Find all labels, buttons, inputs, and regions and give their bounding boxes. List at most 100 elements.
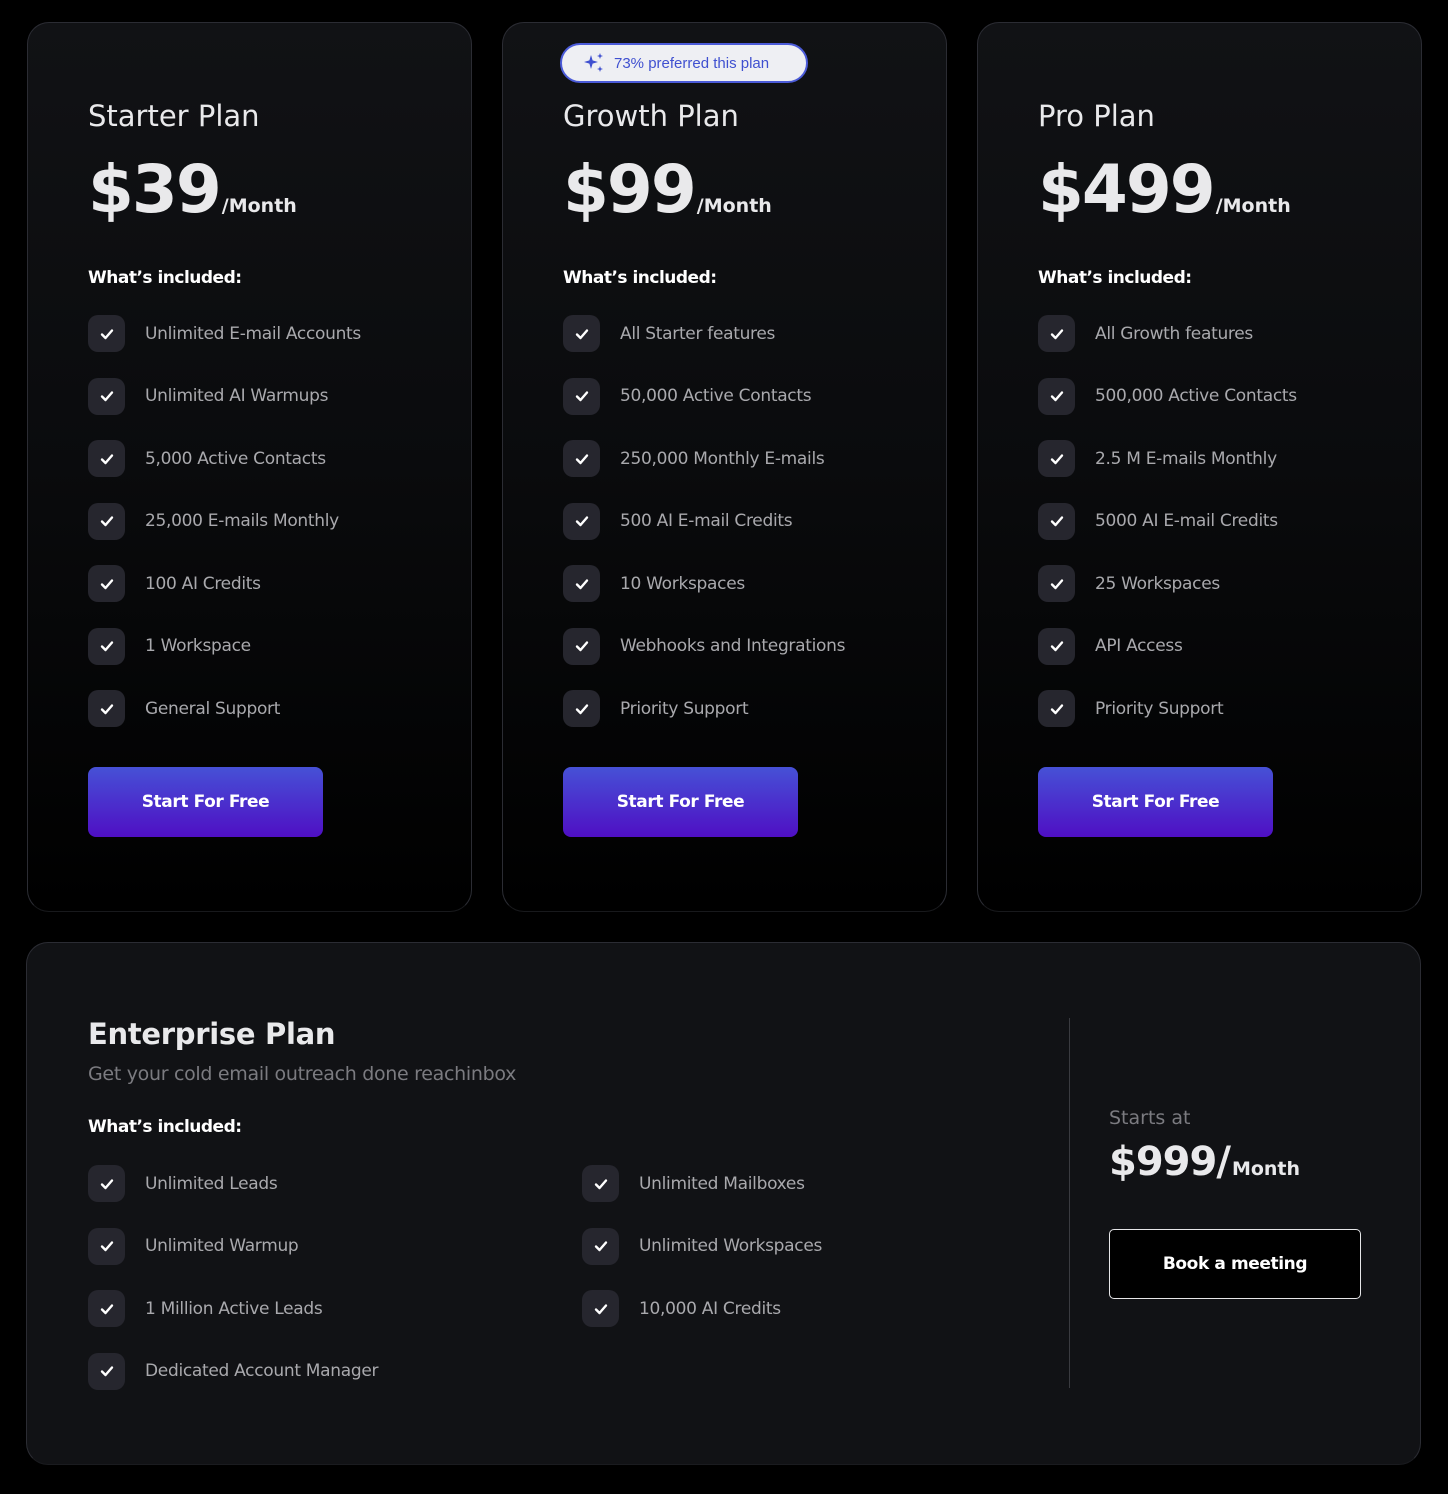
feature-item: Unlimited E-mail Accounts bbox=[88, 315, 361, 352]
check-icon bbox=[582, 1290, 619, 1327]
feature-item: 50,000 Active Contacts bbox=[563, 377, 845, 415]
price-row: $99 /Month bbox=[563, 151, 772, 228]
check-icon bbox=[1038, 690, 1075, 727]
check-icon bbox=[88, 440, 125, 477]
feature-text: Unlimited Warmup bbox=[145, 1236, 299, 1256]
sparkles-icon bbox=[584, 53, 603, 72]
check-icon bbox=[88, 502, 125, 540]
feature-item: 250,000 Monthly E-mails bbox=[563, 440, 845, 477]
check-icon bbox=[88, 565, 125, 602]
included-heading: What’s included: bbox=[88, 268, 242, 288]
start-for-free-button[interactable]: Start For Free bbox=[88, 767, 323, 837]
plan-name: Starter Plan bbox=[88, 99, 260, 133]
feature-text: 1 Million Active Leads bbox=[145, 1298, 323, 1319]
price-row: $39 /Month bbox=[88, 151, 297, 228]
feature-text: All Starter features bbox=[620, 323, 776, 344]
enterprise-feature-list-right: Unlimited Mailboxes Unlimited Workspaces… bbox=[582, 1165, 822, 1353]
feature-text: Unlimited E-mail Accounts bbox=[145, 323, 361, 344]
feature-item: 1 Million Active Leads bbox=[88, 1290, 378, 1327]
feature-item: 5,000 Active Contacts bbox=[88, 440, 361, 477]
feature-item: 25 Workspaces bbox=[1038, 565, 1297, 602]
included-heading: What’s included: bbox=[1038, 268, 1192, 288]
feature-text: 10,000 AI Credits bbox=[639, 1298, 781, 1319]
start-for-free-button[interactable]: Start For Free bbox=[563, 767, 798, 837]
check-icon bbox=[582, 1165, 619, 1202]
check-icon bbox=[582, 1227, 619, 1265]
enterprise-period: Month bbox=[1231, 1158, 1301, 1180]
feature-text: 1 Workspace bbox=[145, 636, 251, 656]
feature-text: 2.5 M E-mails Monthly bbox=[1095, 448, 1277, 469]
badge-text: 73% preferred this plan bbox=[614, 54, 770, 72]
feature-item: Unlimited Leads bbox=[88, 1165, 378, 1202]
enterprise-plan-card: Enterprise Plan Get your cold email outr… bbox=[26, 942, 1421, 1465]
check-icon bbox=[88, 315, 125, 352]
feature-text: General Support bbox=[145, 698, 281, 719]
feature-item: 10 Workspaces bbox=[563, 565, 845, 602]
check-icon bbox=[563, 690, 600, 727]
plan-price: $499 bbox=[1038, 151, 1216, 228]
check-icon bbox=[563, 502, 600, 540]
check-icon bbox=[563, 315, 600, 352]
start-for-free-button[interactable]: Start For Free bbox=[1038, 767, 1273, 837]
feature-text: 5,000 Active Contacts bbox=[145, 448, 326, 469]
check-icon bbox=[88, 690, 125, 727]
feature-text: All Growth features bbox=[1095, 323, 1253, 344]
enterprise-included-heading: What’s included: bbox=[88, 1117, 242, 1137]
feature-text: Unlimited Mailboxes bbox=[639, 1173, 805, 1194]
feature-item: 1 Workspace bbox=[88, 627, 361, 665]
feature-text: Priority Support bbox=[1095, 698, 1224, 719]
plan-name: Pro Plan bbox=[1038, 99, 1155, 133]
feature-text: 5000 AI E-mail Credits bbox=[1095, 511, 1278, 531]
feature-text: Unlimited AI Warmups bbox=[145, 386, 329, 406]
enterprise-feature-list-left: Unlimited Leads Unlimited Warmup 1 Milli… bbox=[88, 1165, 379, 1415]
feature-item: 2.5 M E-mails Monthly bbox=[1038, 440, 1297, 477]
feature-item: Unlimited Mailboxes bbox=[582, 1165, 822, 1202]
feature-item: 500,000 Active Contacts bbox=[1038, 377, 1297, 415]
included-heading: What’s included: bbox=[563, 268, 717, 288]
feature-text: API Access bbox=[1095, 636, 1183, 656]
feature-item: Unlimited Warmup bbox=[88, 1227, 378, 1265]
check-icon bbox=[88, 1227, 125, 1265]
plan-card-growth-plan: Growth Plan $99 /Month What’s included: … bbox=[502, 22, 947, 912]
preferred-plan-badge: 73% preferred this plan bbox=[560, 43, 808, 83]
feature-text: 50,000 Active Contacts bbox=[620, 386, 812, 406]
plan-price: $99 bbox=[563, 151, 697, 228]
feature-item: General Support bbox=[88, 690, 361, 727]
price-row: $499 /Month bbox=[1038, 151, 1291, 228]
feature-list: All Growth features 500,000 Active Conta… bbox=[1038, 315, 1297, 753]
check-icon bbox=[1038, 315, 1075, 352]
check-icon bbox=[1038, 440, 1075, 477]
plan-period: /Month bbox=[696, 195, 772, 217]
enterprise-plan-name: Enterprise Plan bbox=[88, 1017, 336, 1051]
plan-card-pro-plan: Pro Plan $499 /Month What’s included: Al… bbox=[977, 22, 1422, 912]
check-icon bbox=[563, 627, 600, 665]
feature-text: 500,000 Active Contacts bbox=[1095, 386, 1297, 406]
check-icon bbox=[1038, 377, 1075, 415]
feature-text: Priority Support bbox=[620, 698, 749, 719]
feature-item: Dedicated Account Manager bbox=[88, 1352, 379, 1390]
feature-text: 25 Workspaces bbox=[1095, 573, 1220, 594]
feature-text: 100 AI Credits bbox=[145, 573, 261, 594]
feature-item: 25,000 E-mails Monthly bbox=[88, 502, 361, 540]
feature-text: Unlimited Leads bbox=[145, 1173, 278, 1194]
feature-item: Webhooks and Integrations bbox=[563, 627, 845, 665]
check-icon bbox=[88, 1290, 125, 1327]
feature-item: Unlimited AI Warmups bbox=[88, 377, 361, 415]
plan-period: /Month bbox=[1215, 195, 1291, 217]
feature-item: 5000 AI E-mail Credits bbox=[1038, 502, 1297, 540]
feature-item: All Growth features bbox=[1038, 315, 1297, 352]
feature-item: Priority Support bbox=[1038, 690, 1297, 727]
feature-text: Unlimited Workspaces bbox=[639, 1236, 823, 1256]
feature-item: Priority Support bbox=[563, 690, 845, 727]
book-meeting-button[interactable]: Book a meeting bbox=[1109, 1229, 1361, 1299]
check-icon bbox=[88, 1352, 125, 1390]
feature-list: Unlimited E-mail Accounts Unlimited AI W… bbox=[88, 315, 361, 753]
feature-list: All Starter features 50,000 Active Conta… bbox=[563, 315, 845, 753]
check-icon bbox=[563, 565, 600, 602]
check-icon bbox=[1038, 502, 1075, 540]
feature-item: 500 AI E-mail Credits bbox=[563, 502, 845, 540]
feature-item: Unlimited Workspaces bbox=[582, 1227, 823, 1265]
check-icon bbox=[88, 1165, 125, 1202]
feature-text: Dedicated Account Manager bbox=[145, 1361, 379, 1381]
feature-item: All Starter features bbox=[563, 315, 845, 352]
